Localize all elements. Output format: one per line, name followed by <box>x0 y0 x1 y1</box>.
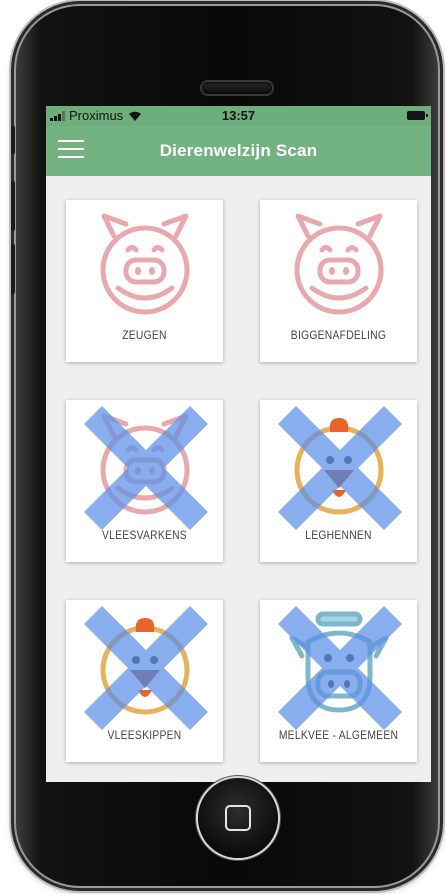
status-bar: Proximus 13:57 <box>46 106 431 126</box>
card-zeugen[interactable]: ZEUGEN <box>66 200 223 362</box>
disabled-cross-icon <box>84 606 208 730</box>
disabled-cross-icon <box>84 406 208 530</box>
home-button[interactable] <box>198 778 278 858</box>
card-melkvee-algemeen[interactable]: MELKVEE - ALGEMEEN <box>260 600 417 762</box>
volume-down-button <box>11 244 15 294</box>
hamburger-menu-icon[interactable] <box>58 140 84 160</box>
status-time: 13:57 <box>221 108 256 123</box>
home-square-icon <box>225 805 251 831</box>
card-label: VLEESKIPPEN <box>107 728 182 742</box>
card-label: VLEESVARKENS <box>102 528 187 542</box>
card-vleesvarkens[interactable]: VLEESVARKENS <box>66 400 223 562</box>
card-label: LEGHENNEN <box>305 528 372 542</box>
card-biggenafdeling[interactable]: BIGGENAFDELING <box>260 200 417 362</box>
card-label: BIGGENAFDELING <box>290 328 387 342</box>
app-header: Dierenwelzijn Scan <box>46 126 431 176</box>
mute-switch <box>11 126 15 154</box>
card-leghennen[interactable]: LEGHENNEN <box>260 400 417 562</box>
page-title: Dierenwelzijn Scan <box>159 141 318 160</box>
card-vleeskippen[interactable]: VLEESKIPPEN <box>66 600 223 762</box>
pig-icon <box>294 213 384 315</box>
volume-up-button <box>11 181 15 231</box>
disabled-cross-icon <box>278 406 402 530</box>
battery-icon <box>407 111 428 120</box>
card-label: MELKVEE - ALGEMEEN <box>278 728 399 742</box>
card-label: ZEUGEN <box>122 328 167 342</box>
earpiece-speaker <box>202 82 272 94</box>
disabled-cross-icon <box>278 606 402 730</box>
app-screen: Proximus 13:57 Dierenwelzijn Scan ZEUGEN… <box>46 106 431 782</box>
pig-icon <box>100 213 190 315</box>
